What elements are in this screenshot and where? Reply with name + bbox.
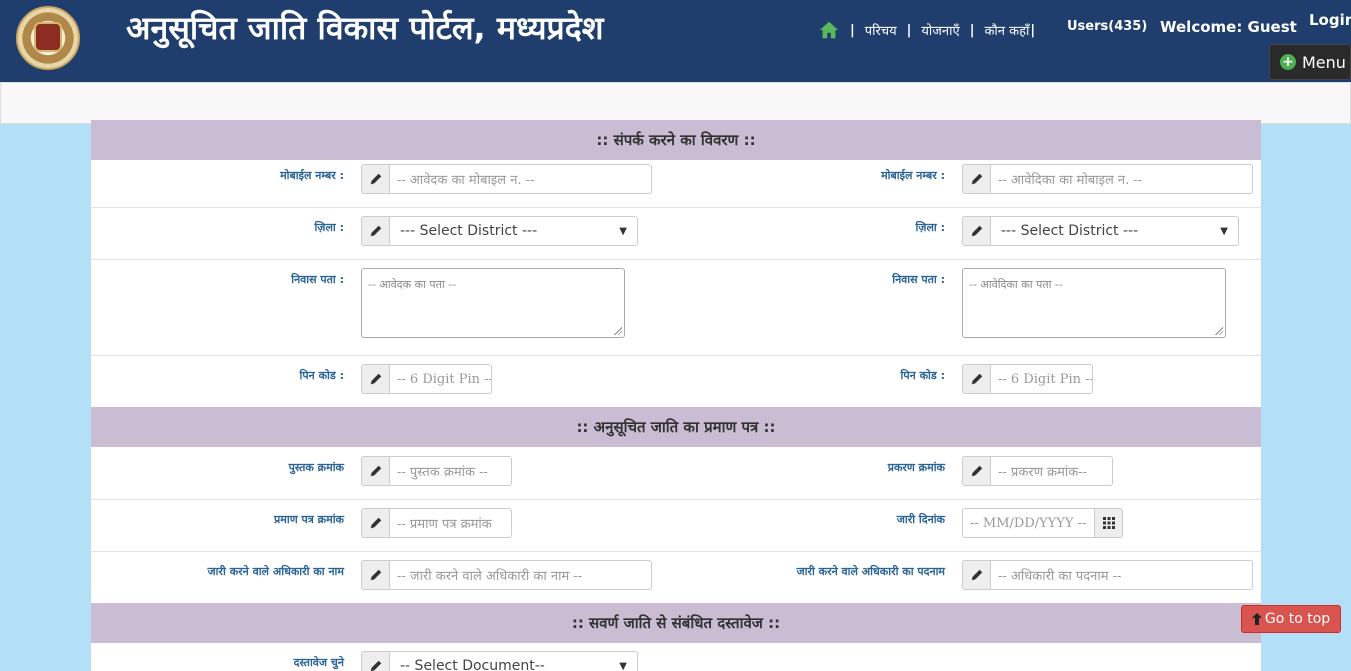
pencil-icon [370, 660, 381, 671]
menu-button[interactable]: + Menu [1269, 44, 1351, 80]
officer-post-field: -- अधिकारी का पदनाम -- [962, 560, 1253, 590]
choose-document-select[interactable]: -- Select Document-- ▼ [389, 651, 638, 671]
nav-parichay[interactable]: परिचय [865, 21, 897, 39]
arrow-up-icon [1251, 613, 1262, 625]
issue-date-field: -- MM/DD/YYYY -- [962, 508, 1123, 538]
plus-icon: + [1280, 54, 1296, 70]
district-applicant-select[interactable]: --- Select District --- ▼ [389, 216, 638, 246]
pencil-icon [370, 225, 381, 237]
pin-applicant2-field: -- 6 Digit Pin -- [962, 364, 1093, 394]
book-number-input[interactable]: -- पुस्तक क्रमांक -- [389, 456, 512, 486]
issue-date-label: जारी दिनांक [896, 513, 945, 526]
pencil-icon [370, 569, 381, 581]
district-applicant2-select[interactable]: --- Select District --- ▼ [990, 216, 1239, 246]
section-contact-header: :: संपर्क करने का विवरण :: [91, 120, 1261, 160]
chevron-down-icon: ▼ [1220, 225, 1228, 237]
mobile-applicant-field: -- आवेदक का मोबाइल न. -- [361, 164, 652, 194]
form-panel: :: संपर्क करने का विवरण :: मोबाईल नम्बर … [91, 120, 1261, 671]
book-number-label: पुस्तक क्रमांक [288, 461, 344, 474]
pin-label-2: पिन कोड : [900, 369, 945, 382]
mobile-applicant2-input[interactable]: -- आवेदिका का मोबाइल न. -- [990, 164, 1253, 194]
menu-label: Menu [1302, 52, 1346, 72]
calendar-button[interactable] [1095, 508, 1123, 538]
officer-post-label: जारी करने वाले अधिकारी का पदनाम [796, 565, 945, 578]
resize-handle-icon[interactable] [1215, 327, 1223, 335]
go-to-top-button[interactable]: Go to top [1241, 605, 1341, 633]
district-applicant2-field: --- Select District --- ▼ [962, 216, 1239, 246]
address-applicant2-textarea[interactable]: -- आवेदिका का पता -- [962, 268, 1226, 338]
pin-applicant-field: -- 6 Digit Pin -- [361, 364, 492, 394]
case-number-field: -- प्रकरण क्रमांक-- [962, 456, 1113, 486]
site-title: अनुसूचित जाति विकास पोर्टल, मध्यप्रदेश [126, 9, 604, 47]
top-nav: | परिचय | योजनाएँ | कौन कहाँ | [818, 18, 1035, 42]
pin-label-1: पिन कोड : [299, 369, 344, 382]
issue-date-input[interactable]: -- MM/DD/YYYY -- [962, 508, 1095, 538]
pencil-icon [971, 225, 982, 237]
officer-name-label: जारी करने वाले अधिकारी का नाम [207, 565, 344, 578]
certificate-number-field: -- प्रमाण पत्र क्रमांक [361, 508, 512, 538]
choose-document-label: दस्तावेज चुने [293, 656, 344, 669]
choose-document-field: -- Select Document-- ▼ [361, 651, 638, 671]
address-label-1: निवास पता : [291, 273, 344, 286]
pencil-icon [370, 517, 381, 529]
pencil-icon [370, 373, 381, 385]
pin-applicant-input[interactable]: -- 6 Digit Pin -- [389, 364, 492, 394]
certificate-number-label: प्रमाण पत्र क्रमांक [274, 513, 344, 526]
district-label-1: ज़िला : [314, 221, 344, 234]
mobile-label-2: मोबाईल नम्बर : [881, 169, 945, 182]
officer-name-field: -- जारी करने वाले अधिकारी का नाम -- [361, 560, 652, 590]
sub-navbar [0, 82, 1351, 124]
pencil-icon [370, 173, 381, 185]
pencil-icon [971, 569, 982, 581]
officer-name-input[interactable]: -- जारी करने वाले अधिकारी का नाम -- [389, 560, 652, 590]
login-link[interactable]: Login [1309, 11, 1351, 29]
welcome-text: Welcome: Guest [1160, 18, 1297, 36]
nav-yojnaye[interactable]: योजनाएँ [921, 21, 959, 39]
users-count: Users(435) [1067, 19, 1148, 34]
calendar-grid-icon [1102, 517, 1115, 529]
case-number-input[interactable]: -- प्रकरण क्रमांक-- [990, 456, 1113, 486]
chevron-down-icon: ▼ [619, 660, 627, 671]
section-certificate-header: :: अनुसूचित जाति का प्रमाण पत्र :: [91, 407, 1261, 447]
district-applicant-field: --- Select District --- ▼ [361, 216, 638, 246]
address-applicant-textarea[interactable]: -- आवेदक का पता -- [361, 268, 625, 338]
officer-post-input[interactable]: -- अधिकारी का पदनाम -- [990, 560, 1253, 590]
district-label-2: ज़िला : [915, 221, 945, 234]
go-to-top-label: Go to top [1264, 611, 1331, 627]
mobile-applicant2-field: -- आवेदिका का मोबाइल न. -- [962, 164, 1253, 194]
pencil-icon [370, 465, 381, 477]
address-label-2: निवास पता : [892, 273, 945, 286]
case-number-label: प्रकरण क्रमांक [887, 461, 945, 474]
certificate-number-input[interactable]: -- प्रमाण पत्र क्रमांक [389, 508, 512, 538]
section-documents-header: :: सवर्ण जाति से संबंधित दस्तावेज :: [91, 603, 1261, 643]
mobile-label-1: मोबाईल नम्बर : [280, 169, 344, 182]
mp-emblem-logo [16, 6, 80, 70]
pencil-icon [971, 173, 982, 185]
pin-applicant2-input[interactable]: -- 6 Digit Pin -- [990, 364, 1093, 394]
mobile-applicant-input[interactable]: -- आवेदक का मोबाइल न. -- [389, 164, 652, 194]
chevron-down-icon: ▼ [619, 225, 627, 237]
resize-handle-icon[interactable] [614, 327, 622, 335]
site-header: अनुसूचित जाति विकास पोर्टल, मध्यप्रदेश |… [0, 0, 1351, 82]
pencil-icon [971, 465, 982, 477]
nav-kaun-kahan[interactable]: कौन कहाँ [984, 21, 1029, 39]
home-icon[interactable] [818, 19, 840, 41]
pencil-icon [971, 373, 982, 385]
book-number-field: -- पुस्तक क्रमांक -- [361, 456, 512, 486]
